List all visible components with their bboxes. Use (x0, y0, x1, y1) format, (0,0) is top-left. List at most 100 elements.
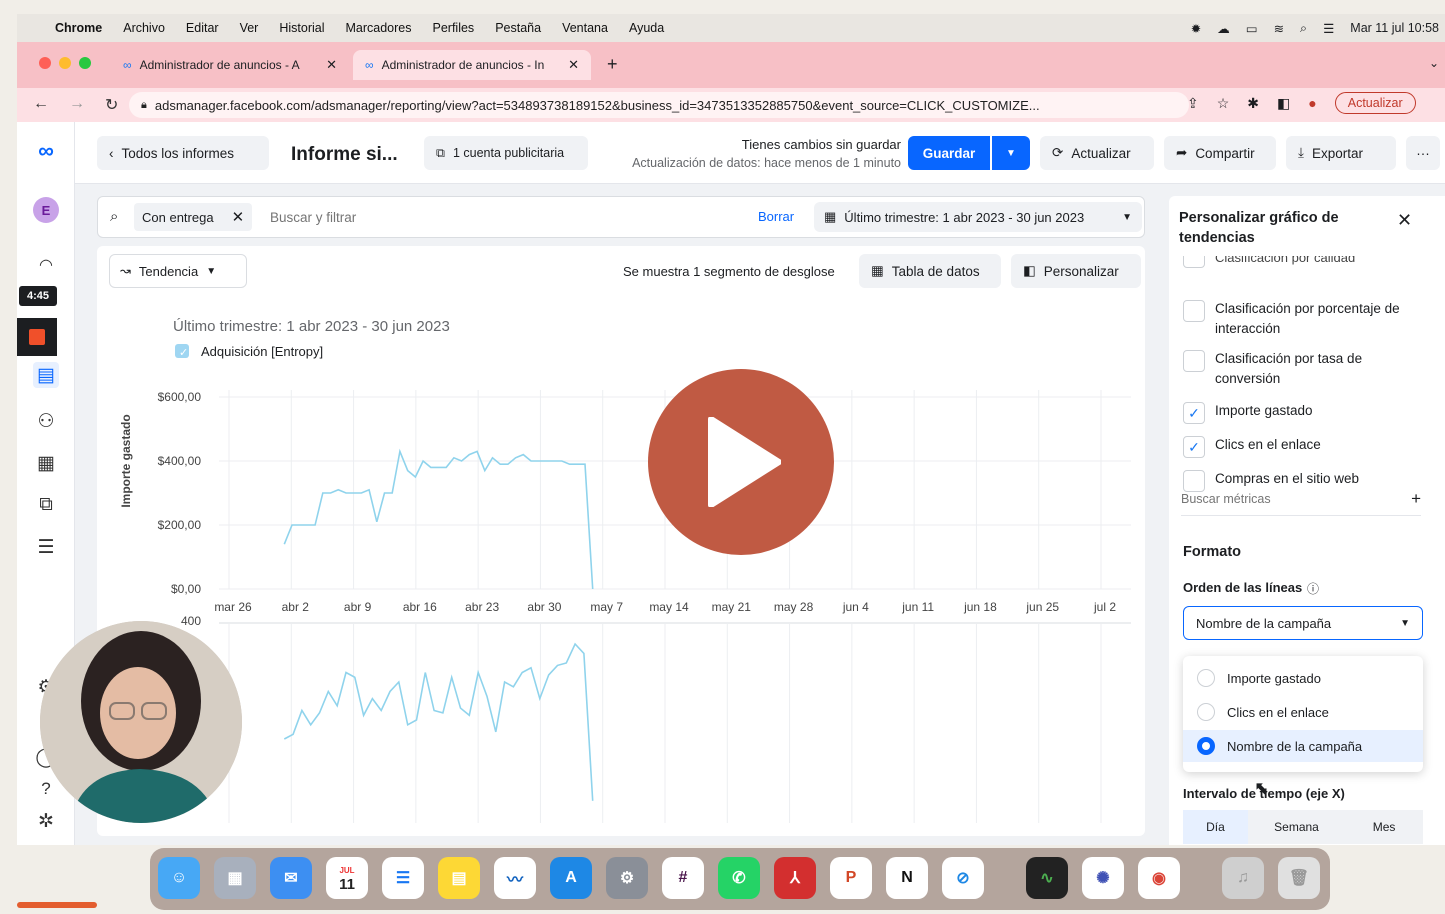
extensions-puzzle-icon[interactable]: ✱ (1247, 95, 1259, 112)
metric-checkbox[interactable]: ✓ (1183, 436, 1205, 458)
report-title[interactable]: Informe si... (291, 144, 398, 166)
catalog-icon[interactable]: ▦ (33, 450, 59, 476)
save-button[interactable]: Guardar (908, 136, 990, 170)
date-range-picker[interactable]: ▦ Último trimestre: 1 abr 2023 - 30 jun … (814, 202, 1142, 232)
order-option[interactable]: Importe gastado (1183, 662, 1423, 694)
radio-icon[interactable] (1197, 737, 1215, 755)
slack-icon[interactable]: # (662, 857, 704, 899)
spotlight-search-icon[interactable]: ⌕ (1300, 21, 1307, 36)
metric-checkbox-clipped[interactable] (1183, 256, 1205, 268)
menu-app-name[interactable]: Chrome (55, 21, 102, 35)
remove-filter-icon[interactable]: ✕ (232, 208, 245, 226)
tab-search-chevron-icon[interactable]: ⌄ (1429, 56, 1439, 70)
interval-day-option[interactable]: Día (1183, 810, 1248, 844)
line-order-select[interactable]: Nombre de la campaña ▼ (1183, 606, 1423, 640)
metric-search-input[interactable] (1181, 491, 1381, 506)
finder-icon[interactable]: ☺ (158, 857, 200, 899)
screen-recorder-icon[interactable]: ✺ (1082, 857, 1124, 899)
search-filter-input[interactable] (270, 205, 530, 229)
add-metric-icon[interactable]: + (1411, 489, 1421, 509)
interval-month-option[interactable]: Mes (1345, 810, 1423, 844)
menu-pestana[interactable]: Pestaña (495, 21, 541, 35)
stop-recording-button[interactable] (17, 318, 57, 356)
share-page-icon[interactable]: ⇪ (1187, 95, 1199, 112)
menu-archivo[interactable]: Archivo (123, 21, 165, 35)
update-chrome-button[interactable]: Actualizar (1334, 92, 1416, 114)
share-button[interactable]: ➦ Compartir (1164, 136, 1276, 170)
order-option[interactable]: Nombre de la campaña (1183, 730, 1423, 762)
menu-ayuda[interactable]: Ayuda (629, 21, 664, 35)
minimize-window-button[interactable] (59, 57, 71, 69)
meta-logo-icon[interactable]: ∞ (33, 138, 59, 164)
forward-arrow-icon[interactable]: → (69, 95, 85, 115)
audiences-icon[interactable]: ⚇ (33, 408, 59, 434)
menu-ventana[interactable]: Ventana (562, 21, 608, 35)
help-icon[interactable]: ? (33, 776, 59, 802)
ads-library-icon[interactable]: ⧉ (33, 492, 59, 518)
creative-cloud-icon[interactable]: ☁ (1217, 21, 1230, 36)
metric-checkbox[interactable] (1183, 300, 1205, 322)
battery-icon[interactable]: ▭ (1246, 21, 1258, 36)
activity-monitor-icon[interactable]: ∿ (1026, 857, 1068, 899)
refresh-button[interactable]: ⟳ Actualizar (1040, 136, 1154, 170)
menu-marcadores[interactable]: Marcadores (346, 21, 412, 35)
metric-search-field[interactable]: + (1181, 482, 1421, 516)
side-panel-icon[interactable]: ◧ (1277, 95, 1290, 112)
notes-icon[interactable]: ▤ (438, 857, 480, 899)
filter-chip[interactable]: Con entrega ✕ (134, 203, 253, 231)
close-panel-icon[interactable]: ✕ (1397, 210, 1412, 231)
close-tab-icon[interactable]: ✕ (568, 57, 579, 73)
zoom-window-button[interactable] (79, 57, 91, 69)
chrome-icon[interactable]: ◉ (1138, 857, 1180, 899)
order-option[interactable]: Clics en el enlace (1183, 696, 1423, 728)
radio-icon[interactable] (1197, 669, 1215, 687)
mail-icon[interactable]: ✉ (270, 857, 312, 899)
music-folder-icon[interactable]: ♫ (1222, 857, 1264, 899)
info-icon[interactable]: ⓘ (1307, 580, 1319, 597)
save-options-dropdown[interactable]: ▼ (992, 136, 1030, 170)
video-play-button[interactable] (648, 369, 834, 555)
close-window-button[interactable] (39, 57, 51, 69)
browser-tab-1[interactable]: ∞ Administrador de anuncios - A ✕ (111, 50, 349, 80)
back-arrow-icon[interactable]: ← (33, 95, 49, 115)
menu-perfiles[interactable]: Perfiles (433, 21, 475, 35)
menu-editar[interactable]: Editar (186, 21, 219, 35)
rail-hidden-icon[interactable]: ◠ (33, 252, 59, 278)
metric-checkbox[interactable] (1183, 350, 1205, 372)
new-tab-icon[interactable]: + (607, 54, 618, 75)
video-progress-bar[interactable] (17, 902, 97, 908)
freeform-icon[interactable]: 〰 (494, 857, 536, 899)
app-store-icon[interactable]: A (550, 857, 592, 899)
browser-tab-2[interactable]: ∞ Administrador de anuncios - In ✕ (353, 50, 591, 80)
all-reports-button[interactable]: ‹ Todos los informes (97, 136, 269, 170)
bug-report-icon[interactable]: ✲ (33, 808, 59, 834)
trash-icon[interactable]: 🗑︎ (1278, 857, 1320, 899)
safari-icon[interactable]: ⊘ (942, 857, 984, 899)
control-center-icon[interactable]: ☰ (1323, 21, 1334, 36)
ad-account-selector[interactable]: ⧉ 1 cuenta publicitaria (424, 136, 588, 170)
export-button[interactable]: ⤓ Exportar (1286, 136, 1396, 170)
notion-icon[interactable]: N (886, 857, 928, 899)
interval-week-option[interactable]: Semana (1247, 810, 1346, 844)
bookmark-star-icon[interactable]: ☆ (1217, 95, 1230, 112)
menu-hamburger-icon[interactable]: ☰ (33, 534, 59, 560)
chart2-series-line[interactable] (283, 642, 594, 801)
more-options-button[interactable]: ··· (1406, 136, 1440, 170)
series-line-importe-gastado[interactable] (283, 448, 594, 590)
reload-icon[interactable]: ↻ (105, 95, 118, 115)
menu-ver[interactable]: Ver (240, 21, 259, 35)
calendar-app-icon[interactable]: JUL 11 (326, 857, 368, 899)
reminders-icon[interactable]: ☰ (382, 857, 424, 899)
system-settings-icon[interactable]: ⚙ (606, 857, 648, 899)
metric-checkbox[interactable]: ✓ (1183, 402, 1205, 424)
menu-historial[interactable]: Historial (279, 21, 324, 35)
account-avatar[interactable]: E (33, 197, 59, 223)
profile-icon[interactable]: ● (1308, 95, 1316, 111)
acrobat-icon[interactable]: ⅄ (774, 857, 816, 899)
close-tab-icon[interactable]: ✕ (326, 57, 337, 73)
wifi-icon[interactable]: ≋ (1274, 21, 1284, 36)
whatsapp-icon[interactable]: ✆ (718, 857, 760, 899)
url-field[interactable]: 🔒︎ adsmanager.facebook.com/adsmanager/re… (129, 92, 1189, 118)
radio-icon[interactable] (1197, 703, 1215, 721)
powerpoint-icon[interactable]: P (830, 857, 872, 899)
